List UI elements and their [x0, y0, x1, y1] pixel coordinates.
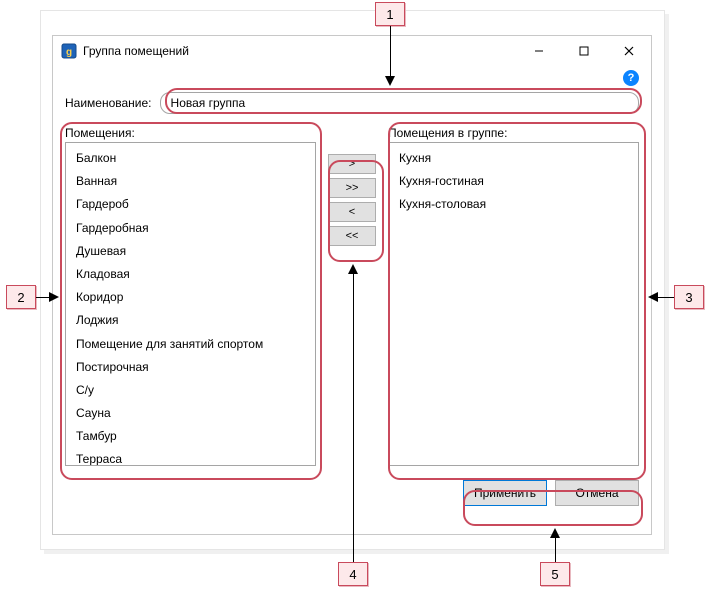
add-all-button[interactable]: >>	[328, 178, 376, 198]
callout-2: 2	[6, 285, 36, 309]
list-item[interactable]: Постирочная	[74, 356, 307, 379]
titlebar: g Группа помещений	[53, 36, 651, 66]
window-title: Группа помещений	[83, 44, 516, 58]
arrow-3-head	[648, 292, 658, 302]
add-button[interactable]: >	[328, 154, 376, 174]
list-item[interactable]: Гардеробная	[74, 217, 307, 240]
callout-3: 3	[674, 285, 704, 309]
list-item[interactable]: Гардероб	[74, 193, 307, 216]
apply-button[interactable]: Применить	[463, 480, 547, 506]
list-item[interactable]: Кухня-гостиная	[397, 170, 630, 193]
window-controls	[516, 37, 651, 65]
list-item[interactable]: Кухня-столовая	[397, 193, 630, 216]
arrow-1-line	[390, 26, 391, 78]
callout-5: 5	[540, 562, 570, 586]
list-item[interactable]: Кухня	[397, 147, 630, 170]
list-item[interactable]: Душевая	[74, 240, 307, 263]
arrow-2-head	[49, 292, 59, 302]
name-row: Наименование:	[65, 92, 639, 114]
name-input[interactable]	[160, 92, 639, 114]
callout-1: 1	[375, 2, 405, 26]
list-item[interactable]: Коридор	[74, 286, 307, 309]
list-item[interactable]: Лоджия	[74, 309, 307, 332]
arrow-3-line	[657, 297, 674, 298]
available-label: Помещения:	[65, 126, 316, 140]
arrow-4-head	[348, 264, 358, 274]
lists-row: Помещения: БалконВаннаяГардеробГардеробн…	[65, 126, 639, 466]
list-item[interactable]: Ванная	[74, 170, 307, 193]
dialog-window: g Группа помещений ? Наименование: Помещ…	[52, 35, 652, 535]
list-item[interactable]: Терраса	[74, 448, 307, 466]
svg-text:g: g	[66, 47, 72, 58]
name-label: Наименование:	[65, 96, 152, 110]
list-item[interactable]: Тамбур	[74, 425, 307, 448]
arrow-1-head	[385, 76, 395, 86]
close-button[interactable]	[606, 37, 651, 65]
remove-all-button[interactable]: <<	[328, 226, 376, 246]
client-area: ? Наименование: Помещения: БалконВаннаяГ…	[53, 66, 651, 534]
group-column: Помещения в группе: КухняКухня-гостинаяК…	[388, 126, 639, 466]
maximize-button[interactable]	[561, 37, 606, 65]
list-item[interactable]: Кладовая	[74, 263, 307, 286]
arrow-5-line	[555, 536, 556, 562]
available-column: Помещения: БалконВаннаяГардеробГардеробн…	[65, 126, 316, 466]
remove-button[interactable]: <	[328, 202, 376, 222]
group-listbox[interactable]: КухняКухня-гостинаяКухня-столовая	[388, 142, 639, 466]
arrow-4-line	[353, 272, 354, 562]
group-label: Помещения в группе:	[388, 126, 639, 140]
help-icon[interactable]: ?	[623, 70, 639, 86]
available-listbox[interactable]: БалконВаннаяГардеробГардеробнаяДушеваяКл…	[65, 142, 316, 466]
app-icon: g	[61, 43, 77, 59]
list-item[interactable]: Помещение для занятий спортом	[74, 333, 307, 356]
move-buttons-column: > >> < <<	[326, 126, 378, 466]
list-item[interactable]: Балкон	[74, 147, 307, 170]
cancel-button[interactable]: Отмена	[555, 480, 639, 506]
callout-4: 4	[338, 562, 368, 586]
minimize-button[interactable]	[516, 37, 561, 65]
list-item[interactable]: С/у	[74, 379, 307, 402]
dialog-buttons: Применить Отмена	[65, 480, 639, 506]
arrow-5-head	[550, 528, 560, 538]
list-item[interactable]: Сауна	[74, 402, 307, 425]
